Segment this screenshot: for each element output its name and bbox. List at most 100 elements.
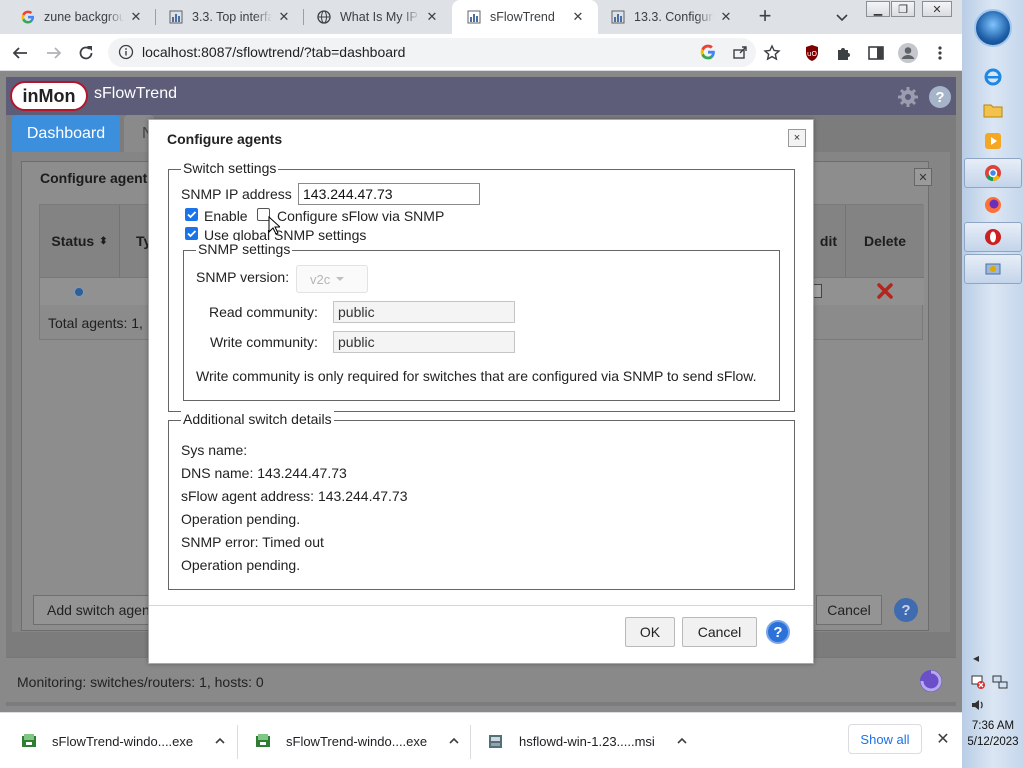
browser-tab[interactable]: 3.3. Top interface ✕ <box>148 0 304 34</box>
share-icon[interactable] <box>732 44 748 60</box>
msi-package-icon <box>487 732 505 750</box>
sys-name-text: Sys name: <box>181 442 248 458</box>
use-global-snmp-checkbox[interactable] <box>185 227 198 240</box>
svg-text:uO: uO <box>807 50 817 58</box>
gear-icon[interactable] <box>896 85 920 109</box>
close-icon[interactable]: × <box>788 129 806 147</box>
network-icon[interactable] <box>992 674 1008 690</box>
tab-close-icon[interactable]: ✕ <box>128 9 144 25</box>
chevron-up-icon[interactable] <box>447 734 461 748</box>
window-close-button[interactable]: ✕ <box>922 1 952 17</box>
download-item[interactable]: sFlowTrend-windo....exe <box>254 713 461 768</box>
minimize-button[interactable]: ▁ <box>866 1 890 17</box>
help-icon[interactable]: ? <box>894 598 918 622</box>
column-header-status[interactable]: Status ⬍ <box>40 205 120 277</box>
system-clock[interactable]: 7:36 AM 5/12/2023 <box>962 718 1024 750</box>
chrome-icon[interactable] <box>964 158 1022 188</box>
tab-close-icon[interactable]: ✕ <box>424 9 440 25</box>
browser-tab[interactable]: What Is My IP Address ✕ <box>296 0 452 34</box>
group-legend: Additional switch details <box>181 411 334 427</box>
add-switch-agent-button[interactable]: Add switch agent <box>33 595 159 625</box>
chart-icon <box>168 9 184 25</box>
browser-tab[interactable]: 13.3. Configuring ✕ <box>598 0 746 34</box>
cancel-button[interactable]: Cancel <box>816 595 882 625</box>
browser-tab-strip: zune background ✕ 3.3. Top interface ✕ W… <box>0 0 962 34</box>
opera-icon[interactable] <box>964 222 1022 252</box>
group-legend: SNMP settings <box>196 241 293 257</box>
media-player-icon[interactable] <box>964 126 1022 156</box>
close-shelf-icon[interactable]: ✕ <box>933 729 953 749</box>
app-header: inMon sFlowTrend ? <box>6 77 956 115</box>
tab-title: 3.3. Top interface <box>192 10 272 24</box>
download-item[interactable]: sFlowTrend-windo....exe <box>20 713 227 768</box>
start-button[interactable] <box>974 9 1012 47</box>
show-all-downloads-button[interactable]: Show all <box>848 724 922 754</box>
dialog-title: Configure agent <box>40 170 148 186</box>
download-shelf: sFlowTrend-windo....exe sFlowTrend-windo… <box>0 712 962 768</box>
restore-button[interactable]: ❐ <box>891 1 915 17</box>
configure-agent-modal: Configure agents × Switch settings SNMP … <box>148 119 814 664</box>
group-legend: Switch settings <box>181 160 279 176</box>
profile-avatar-icon[interactable] <box>896 41 920 65</box>
volume-icon[interactable] <box>970 697 986 713</box>
divider <box>149 605 813 606</box>
write-community-label: Write community: <box>210 334 318 350</box>
action-center-flag-icon[interactable] <box>970 674 986 690</box>
ublock-icon[interactable]: uO <box>800 41 824 65</box>
close-icon[interactable]: ✕ <box>914 168 932 186</box>
tab-search-chevron-icon[interactable] <box>832 7 852 27</box>
internet-explorer-icon[interactable] <box>964 62 1022 92</box>
help-icon[interactable]: ? <box>929 86 951 108</box>
download-item[interactable]: hsflowd-win-1.23.....msi <box>487 713 689 768</box>
forward-arrow-icon[interactable] <box>42 41 66 65</box>
google-lens-icon[interactable] <box>700 44 716 60</box>
download-filename: sFlowTrend-windo....exe <box>52 733 194 749</box>
snmp-version-label: SNMP version: <box>196 269 290 285</box>
download-filename: sFlowTrend-windo....exe <box>286 733 428 749</box>
file-explorer-icon[interactable] <box>964 95 1022 125</box>
windows-taskbar: ◂ 7:36 AM 5/12/2023 <box>962 0 1024 768</box>
chrome-menu-icon[interactable] <box>928 41 952 65</box>
remote-desktop-icon[interactable] <box>964 254 1022 284</box>
installer-file-icon <box>254 732 272 750</box>
modal-title: Configure agents <box>167 131 283 147</box>
write-community-note: Write community is only required for swi… <box>196 368 757 384</box>
divider <box>470 725 471 759</box>
dns-name-text: DNS name: 143.244.47.73 <box>181 465 347 481</box>
extensions-puzzle-icon[interactable] <box>832 41 856 65</box>
sort-icon: ⬍ <box>99 235 108 247</box>
column-header-type[interactable]: Ty <box>120 205 151 277</box>
dropdown-arrow-icon <box>336 276 345 282</box>
site-info-icon[interactable] <box>118 44 134 60</box>
operation-status-text: Operation pending. <box>181 557 301 573</box>
monitoring-status: Monitoring: switches/routers: 1, hosts: … <box>17 674 264 690</box>
enable-checkbox[interactable] <box>185 208 198 221</box>
configure-sflow-label: Configure sFlow via SNMP <box>277 208 445 224</box>
chevron-up-icon[interactable] <box>213 734 227 748</box>
reload-icon[interactable] <box>74 41 98 65</box>
tab-dashboard[interactable]: Dashboard <box>12 115 120 153</box>
tab-close-icon[interactable]: ✕ <box>570 9 586 25</box>
back-arrow-icon[interactable] <box>8 41 32 65</box>
tab-close-icon[interactable]: ✕ <box>718 9 734 25</box>
bookmark-star-icon[interactable] <box>760 41 784 65</box>
inmon-logo: inMon <box>10 81 88 111</box>
address-bar[interactable]: localhost:8087/sflowtrend/?tab=dashboard <box>108 38 756 67</box>
firefox-icon[interactable] <box>964 190 1022 220</box>
tab-title: zune background <box>44 10 124 24</box>
help-icon[interactable]: ? <box>766 620 790 644</box>
side-panel-icon[interactable] <box>864 41 888 65</box>
snmp-ip-input[interactable] <box>298 183 480 205</box>
browser-tab[interactable]: zune background ✕ <box>0 0 156 34</box>
new-tab-button[interactable]: + <box>752 5 778 29</box>
tab-close-icon[interactable]: ✕ <box>276 9 292 25</box>
browser-tab-active[interactable]: sFlowTrend ✕ <box>452 0 598 34</box>
switch-settings-group: Switch settings SNMP IP address Enable C… <box>168 160 795 412</box>
snmp-version-select: v2c <box>296 265 368 293</box>
snmp-ip-label: SNMP IP address <box>181 186 292 202</box>
chevron-up-icon[interactable] <box>675 734 689 748</box>
delete-icon[interactable] <box>876 282 894 300</box>
show-hidden-icons-arrow-icon[interactable]: ◂ <box>968 650 984 666</box>
ok-button[interactable]: OK <box>625 617 675 647</box>
cancel-button[interactable]: Cancel <box>682 617 757 647</box>
